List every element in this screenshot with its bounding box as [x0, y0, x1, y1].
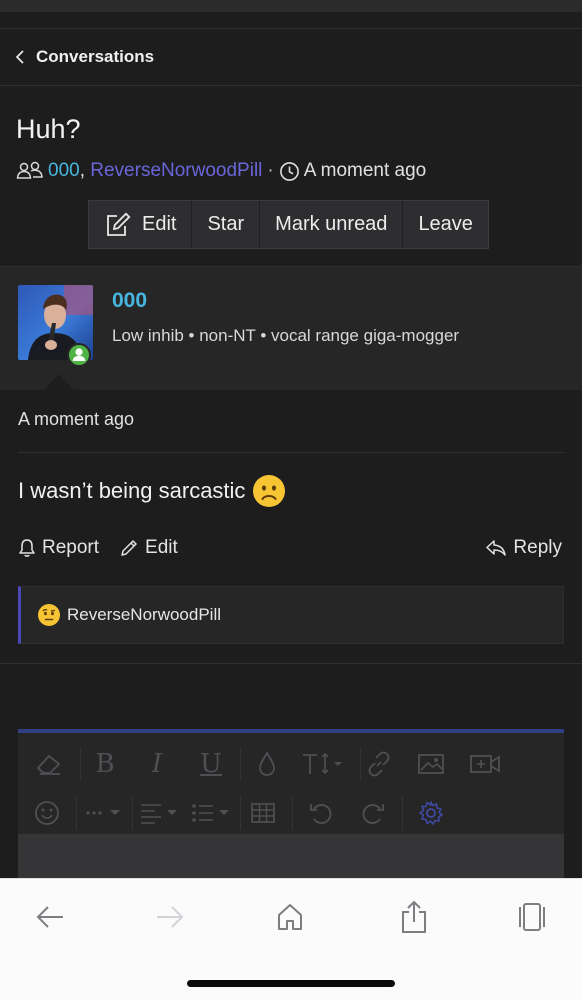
conversation-meta: 000, ReverseNorwoodPill · A moment ago	[16, 158, 426, 184]
divider	[0, 663, 582, 664]
users-icon	[16, 161, 43, 179]
online-status-badge	[67, 343, 91, 367]
underline-icon[interactable]: U	[194, 747, 228, 781]
image-icon[interactable]	[414, 747, 448, 781]
toolbar-divider	[80, 747, 81, 781]
editor-toolbar-row	[18, 788, 564, 836]
home-indicator	[187, 980, 395, 987]
toolbar-divider	[402, 796, 403, 830]
clock-icon	[279, 161, 299, 181]
star-button[interactable]: Star	[192, 201, 261, 248]
message-time[interactable]: A moment ago	[18, 409, 134, 430]
report-label: Report	[42, 537, 100, 558]
star-label: Star	[207, 213, 245, 235]
breadcrumb[interactable]: Conversations	[0, 28, 582, 86]
chevron-left-icon	[15, 50, 24, 64]
bold-icon[interactable]: B	[88, 747, 122, 781]
toolbar-divider	[76, 796, 77, 830]
message-text: I wasn’t being sarcastic	[18, 478, 246, 503]
align-icon[interactable]	[138, 796, 182, 830]
reply-editor: B I U	[18, 729, 564, 894]
mark-unread-button[interactable]: Mark unread	[260, 201, 404, 248]
reply-arrow-icon	[486, 540, 507, 556]
mark-unread-label: Mark unread	[275, 213, 388, 235]
list-icon[interactable]	[190, 796, 234, 830]
user-icon	[72, 348, 86, 361]
edit-message-label: Edit	[145, 537, 178, 558]
font-size-icon[interactable]	[300, 747, 348, 781]
top-strip	[0, 0, 582, 12]
home-icon[interactable]	[270, 899, 310, 935]
message-author[interactable]: 000	[112, 289, 147, 313]
reply-label: Reply	[513, 537, 562, 558]
reactions-bar[interactable]: ReverseNorwoodPill	[18, 586, 564, 644]
message-user-block: 000 Low inhib • non-NT • vocal range gig…	[0, 266, 582, 390]
bell-icon	[19, 539, 35, 557]
edit-label: Edit	[142, 213, 177, 235]
report-link[interactable]: Report	[18, 537, 99, 559]
editor-toolbar-row: B I U	[18, 739, 564, 787]
undo-icon[interactable]	[304, 796, 338, 830]
meta-separator: ·	[267, 160, 274, 181]
smiley-icon[interactable]	[30, 796, 64, 830]
conversation-time: A moment ago	[303, 160, 427, 181]
leave-label: Leave	[418, 213, 473, 235]
participant-separator: ,	[79, 160, 85, 181]
tabs-icon[interactable]	[512, 899, 552, 935]
slightly-frowning-emoji	[253, 475, 286, 507]
message-arrow	[44, 374, 74, 390]
share-icon[interactable]	[394, 899, 434, 935]
more-options-icon[interactable]	[84, 796, 124, 830]
pencil-icon	[121, 540, 137, 556]
eraser-icon[interactable]	[32, 747, 66, 781]
pencil-square-icon	[107, 212, 131, 236]
gear-icon[interactable]	[414, 796, 448, 830]
forward-arrow-icon	[150, 899, 190, 935]
back-arrow-icon[interactable]	[30, 899, 70, 935]
reaction-user[interactable]: ReverseNorwoodPill	[67, 605, 221, 625]
message-body: I wasn’t being sarcastic	[18, 472, 286, 510]
divider	[18, 452, 564, 453]
author-user-title: Low inhib • non-NT • vocal range giga-mo…	[112, 326, 460, 345]
edit-button[interactable]: Edit	[89, 201, 193, 248]
italic-icon[interactable]: I	[140, 747, 174, 781]
raised-eyebrow-emoji	[38, 604, 60, 626]
redo-icon[interactable]	[356, 796, 390, 830]
page-title: Huh?	[16, 114, 81, 144]
toolbar-divider	[240, 796, 241, 830]
video-icon[interactable]	[468, 747, 502, 781]
text-color-icon[interactable]	[250, 747, 284, 781]
link-icon[interactable]	[362, 747, 396, 781]
toolbar-divider	[240, 747, 241, 781]
participant-link[interactable]: 000	[48, 160, 80, 182]
leave-button[interactable]: Leave	[403, 201, 488, 248]
table-icon[interactable]	[246, 796, 280, 830]
toolbar-divider	[360, 747, 361, 781]
participant-link[interactable]: ReverseNorwoodPill	[90, 160, 262, 182]
reply-link[interactable]: Reply	[485, 537, 562, 559]
message-actions: Report Edit Reply	[18, 534, 564, 562]
breadcrumb-label: Conversations	[36, 47, 155, 66]
toolbar-divider	[132, 796, 133, 830]
conversation-toolbar: Edit Star Mark unread Leave	[88, 200, 489, 249]
toolbar-divider	[292, 796, 293, 830]
edit-message-link[interactable]: Edit	[119, 537, 178, 559]
